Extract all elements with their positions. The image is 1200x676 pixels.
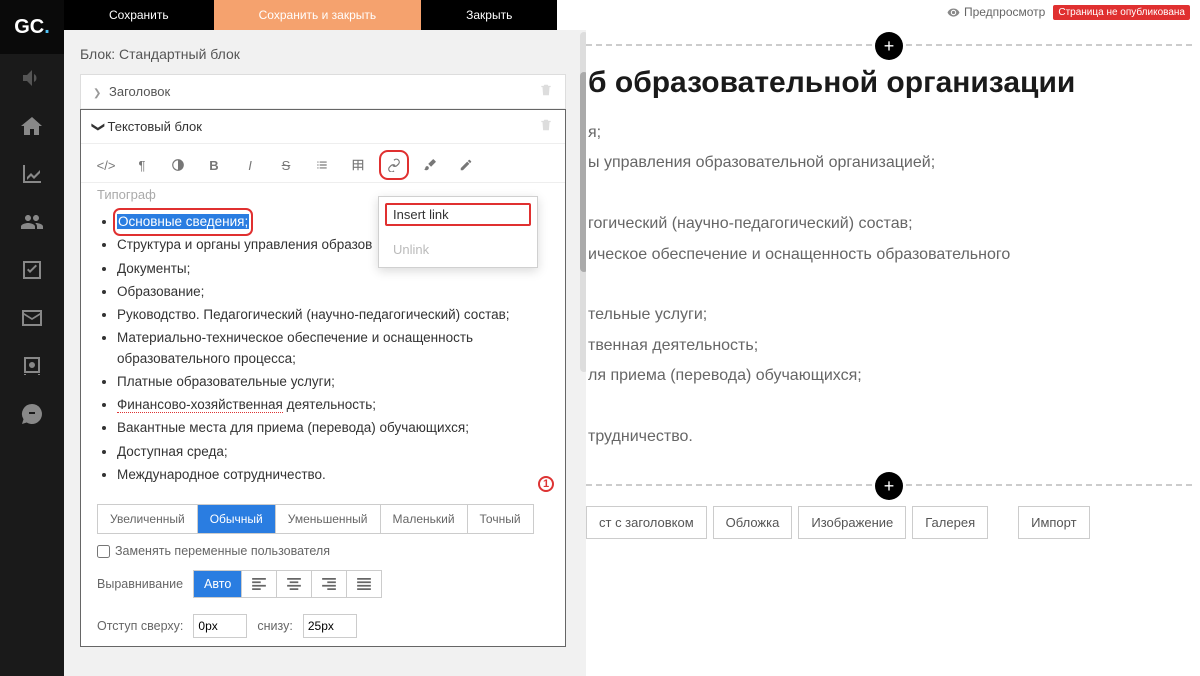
unlink-item[interactable]: Unlink xyxy=(379,232,537,267)
preview-line xyxy=(588,270,1192,300)
link-dropdown: Insert link Unlink xyxy=(378,196,538,268)
insert-buttons: ст с заголовком Обложка Изображение Гале… xyxy=(586,506,1192,539)
trash-icon[interactable] xyxy=(539,118,553,135)
top-bar: Сохранить Сохранить и закрыть Закрыть xyxy=(64,0,557,30)
preview-link[interactable]: Предпросмотр xyxy=(947,5,1045,19)
padding-bottom-input[interactable] xyxy=(303,614,357,638)
home-icon[interactable] xyxy=(0,102,64,150)
preview-line: трудничество. xyxy=(588,422,1192,452)
insert-text-heading[interactable]: ст с заголовком xyxy=(586,506,707,539)
add-block-button[interactable]: + xyxy=(875,472,903,500)
size-small[interactable]: Маленький xyxy=(381,505,468,533)
divider-top: + xyxy=(586,44,1192,46)
trash-icon[interactable] xyxy=(539,83,553,100)
contrast-tool[interactable] xyxy=(169,156,187,174)
users-icon[interactable] xyxy=(0,198,64,246)
padding-top-label: Отступ сверху: xyxy=(97,619,183,633)
strike-tool[interactable]: S xyxy=(277,156,295,174)
insert-image[interactable]: Изображение xyxy=(798,506,906,539)
chat-icon[interactable] xyxy=(0,390,64,438)
editor-toolbar: </> ¶ B I S xyxy=(81,144,565,183)
list-item[interactable]: Вакантные места для приема (перевода) об… xyxy=(117,418,547,438)
size-normal[interactable]: Обычный xyxy=(198,505,276,533)
padding-bottom-label: снизу: xyxy=(257,619,292,633)
text-block-card: ❯ Текстовый блок </> ¶ B I S Типограф Ос… xyxy=(80,109,566,647)
add-block-button[interactable]: + xyxy=(875,32,903,60)
size-exact[interactable]: Точный xyxy=(468,505,533,533)
pencil-tool[interactable] xyxy=(457,156,475,174)
block-title: Блок: Стандартный блок xyxy=(80,46,586,62)
chevron-down-icon: ❯ xyxy=(90,121,106,132)
left-nav: GC. xyxy=(0,0,64,676)
replace-vars-label: Заменять переменные пользователя xyxy=(115,544,330,558)
padding-top-input[interactable] xyxy=(193,614,247,638)
list-item[interactable]: Руководство. Педагогический (научно-педа… xyxy=(117,305,547,325)
preview-title: б образовательной организации xyxy=(586,66,1192,100)
insert-link-item[interactable]: Insert link xyxy=(383,201,533,228)
size-enlarged[interactable]: Увеличенный xyxy=(98,505,198,533)
italic-tool[interactable]: I xyxy=(241,156,259,174)
selected-text[interactable]: Основные сведения; xyxy=(117,214,249,229)
preview-line: я; xyxy=(588,118,1192,148)
align-left-icon[interactable] xyxy=(242,571,277,597)
list-item[interactable]: Доступная среда; xyxy=(117,442,547,462)
list-item[interactable]: Образование; xyxy=(117,282,547,302)
list-tool[interactable] xyxy=(313,156,331,174)
editor-panel: Блок: Стандартный блок ❯ Заголовок ❯ Тек… xyxy=(64,30,586,676)
chart-icon[interactable] xyxy=(0,150,64,198)
size-reduced[interactable]: Уменьшенный xyxy=(276,505,381,533)
preview-content: я; ы управления образовательной организа… xyxy=(586,118,1192,452)
import-button[interactable]: Импорт xyxy=(1018,506,1089,539)
preview-line: ическое обеспечение и оснащенность образ… xyxy=(588,240,1192,270)
preview-line: ы управления образовательной организацие… xyxy=(588,148,1192,178)
align-label: Выравнивание xyxy=(97,577,183,591)
bold-tool[interactable]: B xyxy=(205,156,223,174)
marker-one: 1 xyxy=(538,476,554,492)
save-button[interactable]: Сохранить xyxy=(64,0,214,30)
insert-gallery[interactable]: Галерея xyxy=(912,506,988,539)
preview-line: гогический (научно-педагогический) соста… xyxy=(588,209,1192,239)
insert-cover[interactable]: Обложка xyxy=(713,506,793,539)
link-tool[interactable] xyxy=(385,156,403,174)
preview-line xyxy=(588,392,1192,422)
size-tabs: Увеличенный Обычный Уменьшенный Маленьки… xyxy=(97,504,534,534)
align-center-icon[interactable] xyxy=(277,571,312,597)
safe-icon[interactable] xyxy=(0,342,64,390)
paragraph-tool[interactable]: ¶ xyxy=(133,156,151,174)
code-tool[interactable]: </> xyxy=(97,156,115,174)
align-justify-icon[interactable] xyxy=(347,571,381,597)
brush-tool[interactable] xyxy=(421,156,439,174)
status-badge: Страница не опубликована xyxy=(1053,5,1190,20)
preview-line: твенная деятельность; xyxy=(588,331,1192,361)
replace-vars-checkbox[interactable] xyxy=(97,545,110,558)
list-item[interactable]: Международное сотрудничество. xyxy=(117,465,547,485)
save-close-button[interactable]: Сохранить и закрыть xyxy=(214,0,421,30)
speaker-icon[interactable] xyxy=(0,54,64,102)
chevron-right-icon: ❯ xyxy=(93,88,101,99)
preview-area: Предпросмотр Страница не опубликована + … xyxy=(586,0,1200,676)
header-card[interactable]: ❯ Заголовок xyxy=(80,74,566,110)
preview-line: тельные услуги; xyxy=(588,300,1192,330)
align-auto[interactable]: Авто xyxy=(194,571,242,597)
table-tool[interactable] xyxy=(349,156,367,174)
list-item[interactable]: Финансово-хозяйственная деятельность; xyxy=(117,395,547,415)
preview-line xyxy=(588,179,1192,209)
mail-icon[interactable] xyxy=(0,294,64,342)
close-button[interactable]: Закрыть xyxy=(421,0,557,30)
list-item[interactable]: Платные образовательные услуги; xyxy=(117,372,547,392)
align-right-icon[interactable] xyxy=(312,571,347,597)
divider-bottom: + xyxy=(586,484,1192,486)
checkbox-icon[interactable] xyxy=(0,246,64,294)
list-item[interactable]: Материально-техническое обеспечение и ос… xyxy=(117,328,547,369)
preview-line: ля приема (перевода) обучающихся; xyxy=(588,361,1192,391)
logo[interactable]: GC. xyxy=(0,0,64,54)
eye-icon xyxy=(947,6,960,19)
